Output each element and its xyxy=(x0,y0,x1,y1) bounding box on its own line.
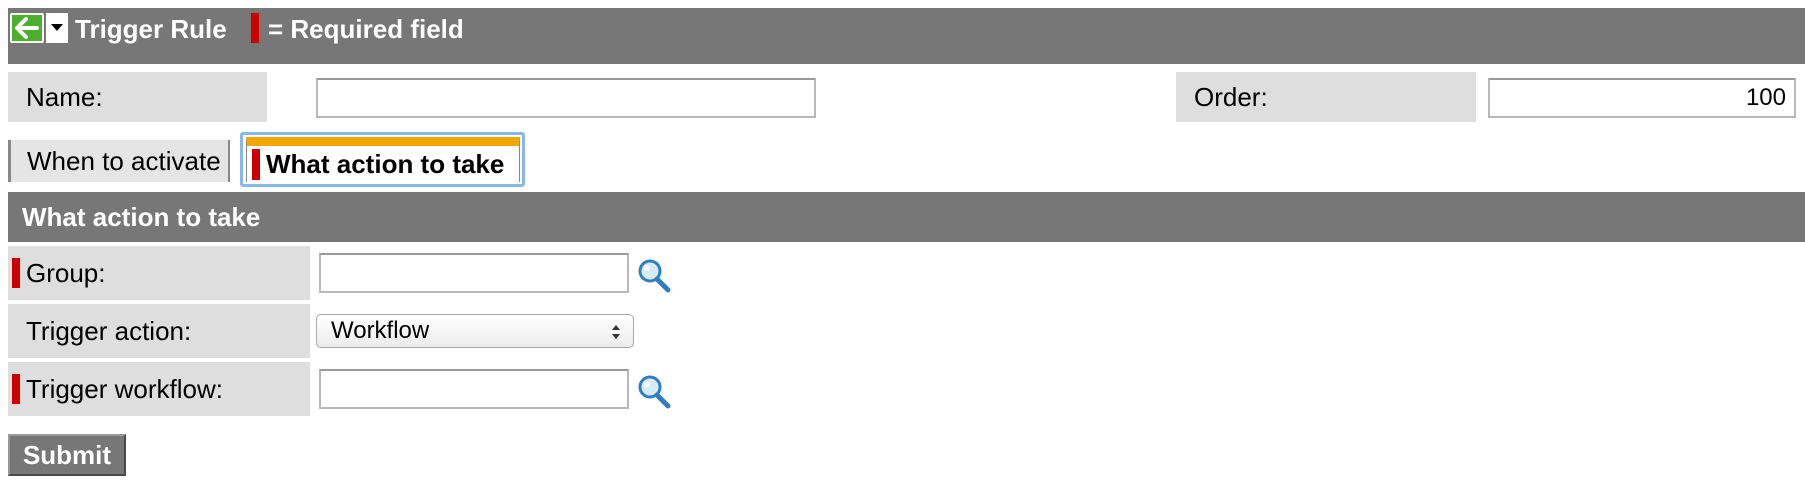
name-label: Name: xyxy=(8,72,267,122)
name-input[interactable] xyxy=(316,78,816,118)
trigger-action-select[interactable]: Workflow xyxy=(316,314,634,348)
trigger-action-selected: Workflow xyxy=(331,317,430,344)
back-button[interactable] xyxy=(10,13,44,43)
magnifier-icon xyxy=(638,259,671,293)
trigger-workflow-required-marker xyxy=(12,374,20,404)
back-arrow-icon xyxy=(15,17,39,39)
select-arrows-icon xyxy=(612,325,620,339)
menu-dropdown-button[interactable] xyxy=(46,13,68,43)
order-input[interactable] xyxy=(1488,78,1796,118)
tab-required-marker xyxy=(252,149,260,180)
group-label-cell: Group: xyxy=(8,246,310,300)
required-legend: = Required field xyxy=(268,14,464,44)
group-required-marker xyxy=(12,258,20,288)
order-label: Order: xyxy=(1176,72,1476,122)
caret-down-icon xyxy=(51,24,63,31)
section-header: What action to take xyxy=(8,192,1805,242)
tab-when-to-activate[interactable]: When to activate xyxy=(8,140,230,182)
tab-what-action-to-take-label: What action to take xyxy=(266,149,505,179)
magnifier-icon xyxy=(638,375,671,409)
trigger-workflow-search-button[interactable] xyxy=(636,374,672,410)
trigger-workflow-label-cell: Trigger workflow: xyxy=(8,362,310,416)
trigger-workflow-label: Trigger workflow: xyxy=(26,373,223,404)
submit-button[interactable]: Submit xyxy=(8,434,126,476)
page-title: Trigger Rule xyxy=(75,14,227,44)
group-label: Group: xyxy=(26,257,106,288)
trigger-action-label: Trigger action: xyxy=(8,304,310,358)
required-marker xyxy=(251,13,259,43)
trigger-workflow-input[interactable] xyxy=(319,369,629,409)
group-input[interactable] xyxy=(319,253,629,293)
group-search-button[interactable] xyxy=(636,258,672,294)
